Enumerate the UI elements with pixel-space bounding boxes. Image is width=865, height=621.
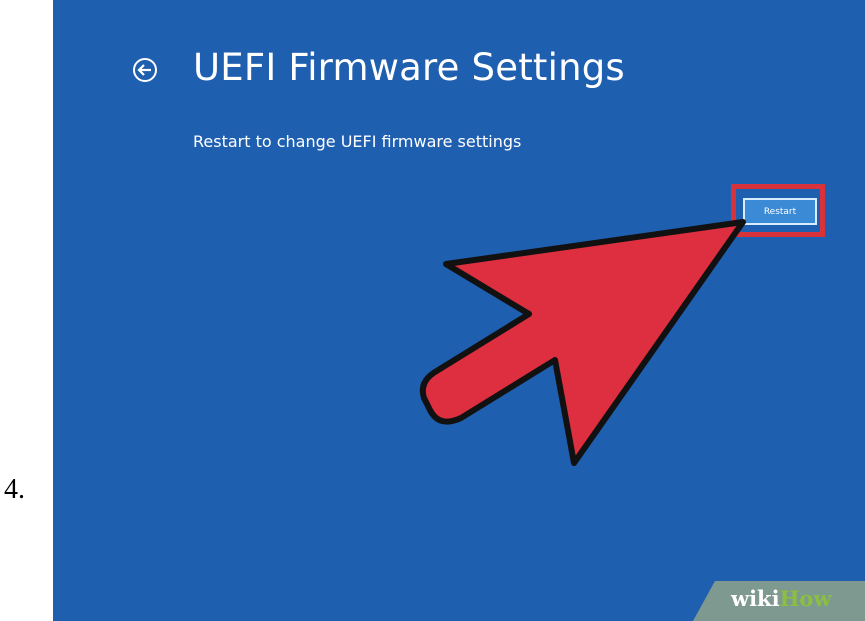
back-arrow-icon bbox=[133, 58, 157, 82]
step-number: 4. bbox=[4, 474, 25, 505]
watermark-logo-text: wikiHow bbox=[731, 586, 832, 611]
page-subtitle: Restart to change UEFI firmware settings bbox=[193, 132, 522, 151]
wikihow-watermark: wikiHow bbox=[693, 581, 865, 621]
page-title: UEFI Firmware Settings bbox=[193, 46, 625, 89]
pointer-arrow-icon bbox=[419, 219, 746, 466]
watermark-wiki: wiki bbox=[731, 586, 780, 611]
uefi-settings-screen: UEFI Firmware Settings Restart to change… bbox=[53, 0, 865, 621]
back-button[interactable] bbox=[132, 57, 158, 83]
restart-button[interactable]: Restart bbox=[743, 198, 817, 225]
watermark-how: How bbox=[779, 586, 832, 611]
